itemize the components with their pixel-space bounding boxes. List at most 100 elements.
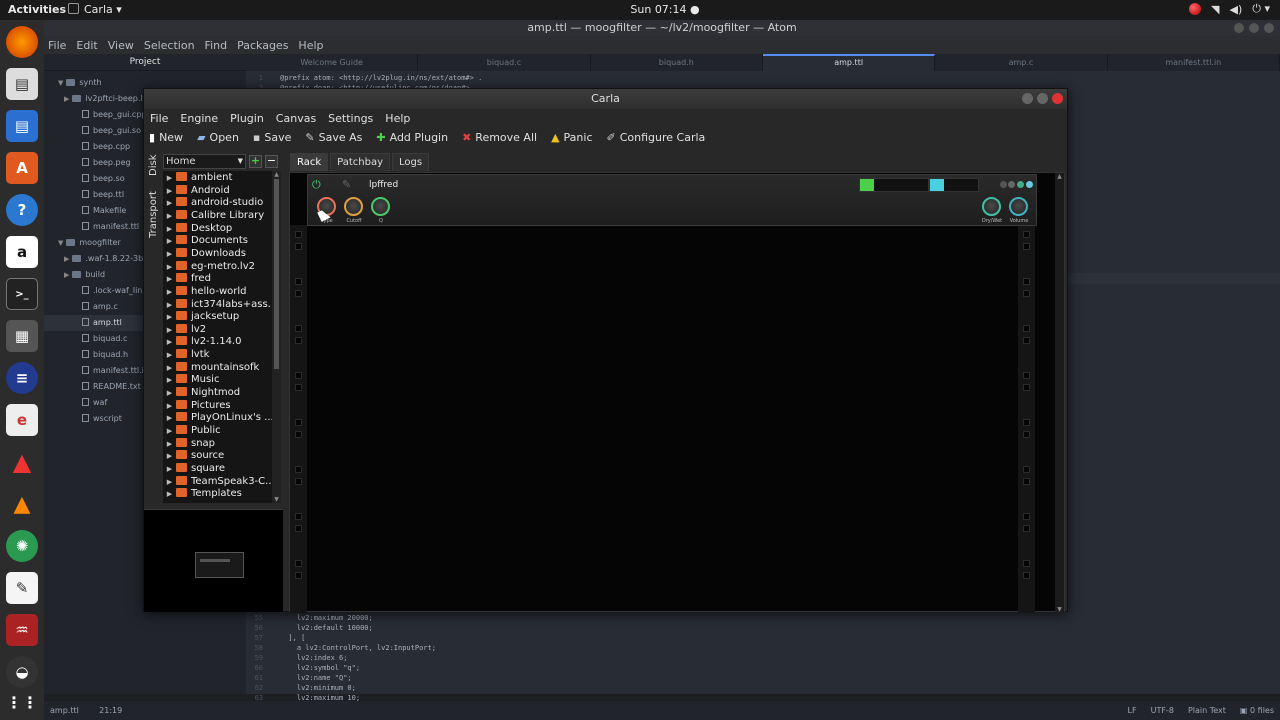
expand-arrow-icon[interactable]: ▶ xyxy=(163,425,176,437)
status-cursor-position[interactable]: 21:19 xyxy=(99,706,122,715)
vlc-icon[interactable]: ▲ xyxy=(6,488,38,520)
scroll-down-icon[interactable]: ▼ xyxy=(272,496,281,503)
maximize-button[interactable] xyxy=(1249,23,1259,33)
carla-minimize-button[interactable] xyxy=(1022,93,1033,104)
tab-logs[interactable]: Logs xyxy=(392,153,430,171)
tab-welcome-guide[interactable]: Welcome Guide xyxy=(246,54,419,71)
carla-maximize-button[interactable] xyxy=(1037,93,1048,104)
expand-arrow-icon[interactable]: ▶ xyxy=(163,324,176,336)
amazon-icon[interactable]: a xyxy=(6,236,38,268)
tab-amp-ttl[interactable]: amp.ttl xyxy=(762,54,936,71)
expand-arrow-icon[interactable]: ▶ xyxy=(163,476,176,488)
toolbar-panic-button[interactable]: ▲ Panic xyxy=(551,131,592,144)
folder-row[interactable]: ▶ Documents xyxy=(163,235,273,247)
toolbar-add-plugin-button[interactable]: ✚ Add Plugin xyxy=(376,131,448,144)
carla-menu-file[interactable]: File xyxy=(150,112,168,125)
carla-dock-icon[interactable]: ♒ xyxy=(6,614,38,646)
power-icon[interactable]: ⏻ xyxy=(312,178,321,192)
minimize-button[interactable] xyxy=(1234,23,1244,33)
show-apps-icon[interactable]: ⋮⋮ xyxy=(6,686,38,718)
carla-menu-help[interactable]: Help xyxy=(385,112,410,125)
triangle-app-icon[interactable]: ▲ xyxy=(6,446,38,478)
toolbar-new-button[interactable]: ▮ New xyxy=(149,131,183,144)
scroll-up-icon[interactable]: ▲ xyxy=(272,171,281,178)
expand-arrow-icon[interactable]: ▶ xyxy=(163,412,176,424)
expand-arrow-icon[interactable]: ▶ xyxy=(163,172,176,184)
remove-location-button[interactable]: − xyxy=(265,155,278,168)
folder-row[interactable]: ▶ lvtk xyxy=(163,349,273,361)
carla-menu-settings[interactable]: Settings xyxy=(328,112,373,125)
expand-arrow-icon[interactable]: ▶ xyxy=(163,235,176,247)
toolbar-remove-all-button[interactable]: ✖ Remove All xyxy=(462,131,537,144)
close-button[interactable] xyxy=(1264,23,1274,33)
eclipse-icon[interactable]: ≡ xyxy=(6,362,38,394)
expand-arrow-icon[interactable]: ▶ xyxy=(163,400,176,412)
folder-row[interactable]: ▶ lv2-1.14.0 xyxy=(163,336,273,348)
menu-selection[interactable]: Selection xyxy=(144,39,195,52)
folder-row[interactable]: ▶ snap xyxy=(163,437,273,450)
folder-row[interactable]: ▶ lv2 xyxy=(163,323,273,336)
expand-arrow-icon[interactable]: ▶ xyxy=(163,311,176,323)
carla-close-button[interactable] xyxy=(1052,93,1063,104)
terminal-icon[interactable]: >_ xyxy=(6,278,38,310)
tab-biquad-c[interactable]: biquad.c xyxy=(418,54,591,71)
folder-row[interactable]: ▶ ict374labs+ass... xyxy=(163,298,273,311)
rack-scroll-up-icon[interactable]: ▲ xyxy=(1055,173,1064,180)
files-icon[interactable]: ▤ xyxy=(6,68,38,100)
status-encoding[interactable]: UTF-8 xyxy=(1151,701,1174,720)
status-git-files[interactable]: ▣ 0 files xyxy=(1240,701,1274,720)
folder-row[interactable]: ▶ Public xyxy=(163,425,273,437)
folder-row[interactable]: ▶ Android xyxy=(163,184,273,197)
folder-row[interactable]: ▶ ambient xyxy=(163,172,273,184)
folder-row[interactable]: ▶ TeamSpeak3-C... xyxy=(163,475,273,488)
folder-row[interactable]: ▶ Templates xyxy=(163,488,273,500)
expand-arrow-icon[interactable]: ▶ xyxy=(163,286,176,298)
expand-arrow-icon[interactable]: ▶ xyxy=(163,248,176,260)
expand-arrow-icon[interactable]: ▶ xyxy=(163,299,176,311)
menu-packages[interactable]: Packages xyxy=(237,39,288,52)
toolbar-save-button[interactable]: ▪ Save xyxy=(253,131,291,144)
knob-drywet[interactable] xyxy=(982,197,1001,216)
folder-row[interactable]: ▶ android-studio xyxy=(163,197,273,209)
tab-patchbay[interactable]: Patchbay xyxy=(330,153,391,171)
knob-q[interactable] xyxy=(371,197,390,216)
menu-find[interactable]: Find xyxy=(205,39,228,52)
expand-arrow-icon[interactable]: ▶ xyxy=(163,438,176,450)
tab-biquad-h[interactable]: biquad.h xyxy=(591,54,763,71)
edit-icon[interactable]: ✎ xyxy=(342,178,351,191)
rack-scrollbar[interactable]: ▲ ▼ xyxy=(1055,173,1064,613)
expand-arrow-icon[interactable]: ▶ xyxy=(163,349,176,361)
menu-file[interactable]: File xyxy=(48,39,66,52)
expand-arrow-icon[interactable]: ▶ xyxy=(163,374,176,386)
folder-row[interactable]: ▶ square xyxy=(163,462,273,475)
app-icon-2[interactable]: ◒ xyxy=(6,656,38,688)
tab-rack[interactable]: Rack xyxy=(290,153,329,171)
status-line-ending[interactable]: LF xyxy=(1128,701,1137,720)
indicator-icon[interactable] xyxy=(1189,3,1202,15)
app-icon[interactable]: e xyxy=(6,404,38,436)
atom-icon[interactable]: ✺ xyxy=(6,530,38,562)
expand-arrow-icon[interactable]: ▶ xyxy=(163,185,176,197)
menu-edit[interactable]: Edit xyxy=(76,39,97,52)
toolbar-save-as-button[interactable]: ✎ Save As xyxy=(305,131,362,144)
folder-row[interactable]: ▶ Pictures xyxy=(163,399,273,412)
expand-arrow-icon[interactable]: ▶ xyxy=(163,463,176,475)
tab-transport[interactable]: Transport xyxy=(146,187,161,243)
tab-disk[interactable]: Disk xyxy=(146,151,161,179)
project-panel-header[interactable]: Project xyxy=(44,54,246,71)
folder-row[interactable]: ▶ source xyxy=(163,450,273,462)
firefox-icon[interactable] xyxy=(6,26,38,58)
expand-arrow-icon[interactable]: ▶ xyxy=(163,210,176,222)
menu-help[interactable]: Help xyxy=(298,39,323,52)
expand-arrow-icon[interactable]: ▶ xyxy=(163,488,176,500)
expand-arrow-icon[interactable]: ▶ xyxy=(163,261,176,273)
carla-menu-canvas[interactable]: Canvas xyxy=(276,112,316,125)
software-center-icon[interactable]: A xyxy=(6,152,38,184)
folder-row[interactable]: ▶ fred xyxy=(163,273,273,285)
scrollbar-thumb[interactable] xyxy=(274,179,279,369)
toolbar-open-button[interactable]: ▰ Open xyxy=(197,131,239,144)
expand-arrow-icon[interactable]: ▶ xyxy=(163,197,176,209)
status-file[interactable]: amp.ttl xyxy=(50,706,79,715)
status-grammar[interactable]: Plain Text xyxy=(1188,701,1226,720)
text-editor-icon[interactable]: ✎ xyxy=(6,572,38,604)
